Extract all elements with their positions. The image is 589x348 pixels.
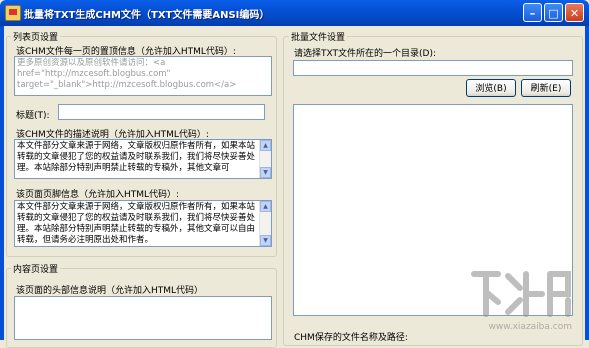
close-button[interactable]: ✕ — [565, 3, 584, 22]
title-label: 标题(T): — [16, 111, 50, 121]
watermark-logo: www.xiazaiba.com — [468, 264, 578, 334]
desc-textarea[interactable]: 本文件部分文章来源于网络，文章版权归原作者所有，如果本站转载的文章侵犯了您的权益… — [14, 139, 272, 179]
content-page-legend: 内容页设置 — [11, 262, 61, 275]
scroll-up-icon[interactable]: ▲ — [260, 201, 271, 212]
header-info-textarea[interactable] — [14, 296, 272, 340]
refresh-button[interactable]: 刷新(E) — [521, 79, 571, 97]
app-icon — [5, 5, 21, 21]
save-path-label: CHM保存的文件名称及路径: — [294, 333, 408, 343]
top-info-text: 更多原创资源以及原创软件请访问：<a href="http://mzcesoft… — [17, 58, 237, 90]
dir-label: 请选择TXT文件所在的一个目录(D): — [294, 49, 436, 59]
footer-textarea[interactable]: 本文件部分文章来源于网络，文章版权归原作者所有，如果本站转载的文章侵犯了您的权益… — [14, 200, 272, 247]
watermark-text: www.xiazaiba.com — [488, 322, 572, 332]
footer-scrollbar[interactable]: ▲ ▼ — [259, 201, 271, 246]
title-bar: 批量将TXT生成CHM文件（TXT文件需要ANSI编码） – □ ✕ — [0, 0, 589, 26]
list-page-legend: 列表页设置 — [11, 30, 61, 43]
header-info-label: 该页面的头部信息说明（允许加入HTML代码） — [16, 286, 204, 296]
scroll-down-icon[interactable]: ▼ — [260, 167, 271, 178]
watermark-logo-icon — [471, 271, 571, 317]
window-title: 批量将TXT生成CHM文件（TXT文件需要ANSI编码） — [24, 10, 270, 21]
maximize-button[interactable]: □ — [544, 3, 563, 22]
scroll-down-icon[interactable]: ▼ — [260, 235, 271, 246]
batch-file-legend: 批量文件设置 — [289, 30, 348, 43]
browse-button[interactable]: 浏览(B) — [466, 79, 516, 97]
top-info-textarea[interactable]: 更多原创资源以及原创软件请访问：<a href="http://mzcesoft… — [14, 56, 272, 96]
desc-text: 本文件部分文章来源于网络，文章版权归原作者所有，如果本站转载的文章侵犯了您的权益… — [17, 141, 256, 173]
desc-scrollbar[interactable]: ▲ ▼ — [259, 140, 271, 178]
title-input[interactable] — [58, 104, 265, 120]
dir-input[interactable] — [293, 60, 573, 76]
window-frame-right — [585, 26, 589, 340]
scroll-up-icon[interactable]: ▲ — [260, 140, 271, 151]
window-frame-left — [0, 26, 4, 340]
footer-label: 该页面页脚信息（允许加入HTML代码）: — [16, 190, 180, 200]
footer-text: 本文件部分文章来源于网络，文章版权归原作者所有，如果本站转载的文章侵犯了您的权益… — [17, 202, 256, 245]
minimize-button[interactable]: – — [523, 3, 542, 22]
